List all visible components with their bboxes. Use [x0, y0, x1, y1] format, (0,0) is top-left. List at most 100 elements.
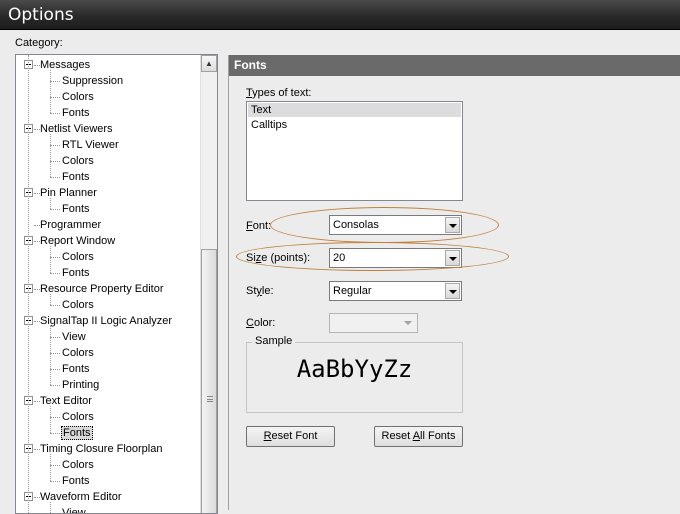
reset-font-button[interactable]: Reset Font [246, 426, 335, 447]
tree-connector [50, 198, 51, 209]
tree-connector [50, 369, 60, 370]
highlight-ellipse-font [270, 207, 499, 243]
title-bar: Options [0, 0, 680, 30]
tree-node-label: Colors [62, 347, 94, 359]
style-select-value: Regular [333, 285, 372, 297]
tree-node-label: Fonts [62, 107, 90, 119]
tree-connector [50, 70, 51, 113]
tree-connector [50, 326, 51, 385]
style-select[interactable]: Regular [329, 281, 462, 301]
tree-node-category[interactable]: Resource Property Editor [39, 281, 165, 297]
tree-node-label: RTL Viewer [62, 139, 119, 151]
style-label: Style: [246, 285, 274, 297]
tree-node-subitem[interactable]: Colors [61, 457, 95, 473]
tree-connector [50, 246, 51, 273]
tree-node-subitem[interactable]: Colors [61, 89, 95, 105]
tree-node-category[interactable]: Messages [39, 57, 91, 73]
tree-node-label: Colors [62, 411, 94, 423]
tree-node-subitem[interactable]: Fonts [61, 425, 93, 441]
tree-node-label: Programmer [40, 219, 102, 231]
tree-connector [50, 502, 51, 513]
tree-node-label: Suppression [62, 75, 124, 87]
tree-node-label: Colors [62, 299, 94, 311]
tree-node-subitem[interactable]: Suppression [61, 73, 124, 89]
tree-node-subitem[interactable]: Fonts [61, 105, 91, 121]
tree-node-subitem[interactable]: Fonts [61, 361, 91, 377]
tree-node-subitem[interactable]: Colors [61, 409, 95, 425]
tree-node-label: Fonts [62, 203, 90, 215]
tree-node-label: Colors [62, 251, 94, 263]
tree-connector [50, 433, 60, 434]
font-label: Font: [246, 220, 272, 232]
tree-connector [50, 113, 60, 114]
tree-node-subitem[interactable]: Fonts [61, 265, 91, 281]
tree-node-label: SignalTap II Logic Analyzer [40, 315, 173, 327]
tree-connector [50, 481, 60, 482]
category-tree[interactable]: Messages Suppression Colors Fonts Netlist Vi… [15, 54, 218, 514]
tree-node-subitem[interactable]: Fonts [61, 473, 91, 489]
tree-connector [50, 337, 60, 338]
tree-connector [28, 55, 29, 513]
tree-connector [50, 209, 60, 210]
tree-node-subitem[interactable]: Fonts [61, 169, 91, 185]
tree-node-category[interactable]: Pin Planner [39, 185, 98, 201]
category-label: Category: [15, 37, 63, 49]
tree-node-label: Text Editor [40, 395, 92, 407]
tree-connector [50, 406, 51, 433]
tree-node-category[interactable]: SignalTap II Logic Analyzer [39, 313, 173, 329]
tree-node-subitem[interactable]: Colors [61, 297, 95, 313]
list-item-text[interactable]: Text [248, 103, 461, 117]
tree-node-label: View [62, 331, 86, 343]
tree-node-subitem[interactable]: Colors [61, 345, 95, 361]
tree-node-label: Waveform Editor [40, 491, 122, 503]
tree-connector [50, 385, 60, 386]
tree-node-label: Colors [62, 155, 94, 167]
tree-connector [50, 305, 60, 306]
tree-node-label: Timing Closure Floorplan [40, 443, 163, 455]
tree-node-label: Messages [40, 59, 91, 71]
reset-all-fonts-button[interactable]: Reset All Fonts [374, 426, 463, 447]
tree-node-subitem[interactable]: Colors [61, 153, 95, 169]
tree-connector [50, 273, 60, 274]
tree-node-label: View [62, 507, 86, 514]
window-title: Options [8, 5, 74, 25]
highlight-ellipse-size [236, 242, 509, 271]
tree-node-label: Fonts [62, 171, 90, 183]
tree-node-label: Colors [62, 459, 94, 471]
tree-node-subitem[interactable]: RTL Viewer [61, 137, 120, 153]
tree-node-subitem[interactable]: Fonts [61, 201, 91, 217]
tree-node-label: Pin Planner [40, 187, 97, 199]
scroll-up-arrow-icon[interactable]: ▲ [201, 55, 217, 72]
tree-connector [50, 81, 60, 82]
tree-node-label: Resource Property Editor [40, 283, 164, 295]
tree-node-label: Fonts [62, 363, 90, 375]
types-of-text-list[interactable]: Text Calltips [246, 101, 463, 201]
tree-node-label: Fonts [62, 267, 90, 279]
tree-node-category[interactable]: Programmer [39, 217, 102, 233]
types-of-text-label: Types of text: [246, 87, 312, 99]
tree-node-label: Colors [62, 91, 94, 103]
scroll-thumb[interactable] [201, 249, 217, 513]
color-select[interactable] [329, 313, 418, 333]
tree-node-subitem[interactable]: Printing [61, 377, 100, 393]
tree-scrollbar[interactable]: ▲ [200, 55, 217, 513]
sample-group: Sample AaBbYyZz [246, 335, 463, 413]
chevron-down-icon[interactable] [445, 283, 460, 299]
tree-node-subitem[interactable]: View [61, 329, 87, 345]
tree-node-subitem[interactable]: Colors [61, 249, 95, 265]
list-item-calltips[interactable]: Calltips [248, 118, 461, 132]
tree-node-label: Printing [62, 379, 100, 391]
color-label: Color: [246, 317, 276, 329]
tree-node-category[interactable]: Timing Closure Floorplan [39, 441, 163, 457]
tree-connector [50, 454, 51, 481]
tree-node-category[interactable]: Text Editor [39, 393, 93, 409]
panel-divider [228, 55, 229, 510]
tree-connector [50, 257, 60, 258]
tree-connector [50, 465, 60, 466]
sample-legend: Sample [252, 335, 296, 347]
tree-node-category[interactable]: Waveform Editor [39, 489, 123, 505]
tree-connector [50, 353, 60, 354]
tree-connector [50, 177, 60, 178]
sample-preview-text: AaBbYyZz [296, 355, 413, 383]
panel-header: Fonts [229, 55, 680, 76]
